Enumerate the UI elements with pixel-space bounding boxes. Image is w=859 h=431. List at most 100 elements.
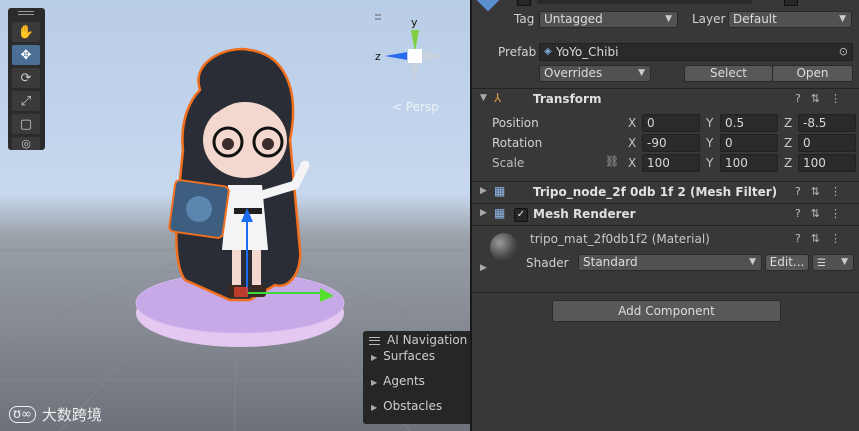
- perspective-label[interactable]: < Persp: [392, 100, 439, 114]
- material-section: ▶ tripo_mat_2f0db1f2 (Material) ?⇅⋮ Shad…: [472, 225, 859, 280]
- add-component-button[interactable]: Add Component: [552, 300, 781, 322]
- rotation-x-field[interactable]: -90: [642, 134, 700, 152]
- chevron-right-icon: ▶: [371, 403, 378, 412]
- nav-item-label: Obstacles: [383, 399, 443, 413]
- scale-z-field[interactable]: 100: [798, 154, 856, 172]
- scene-view[interactable]: ✋ ✥ ⟳ ⤢ ▢ ◎ y z < Persp AI Navigation ▶ S…: [0, 0, 470, 431]
- mesh-renderer-icon: ▦: [494, 206, 506, 220]
- overrides-dropdown[interactable]: Overrides ▼: [539, 65, 651, 82]
- scale-x-field[interactable]: 100: [642, 154, 700, 172]
- axis-y-label: Y: [706, 136, 714, 150]
- transform-title: Transform: [533, 92, 602, 106]
- nav-item-label: Agents: [383, 374, 425, 388]
- scale-tool-icon[interactable]: ⤢: [12, 91, 40, 111]
- object-picker-icon[interactable]: ⊙: [839, 45, 848, 58]
- rotation-z-field[interactable]: 0: [798, 134, 856, 152]
- transform-header[interactable]: ▼ ⅄ Transform ?⇅⋮: [472, 88, 859, 109]
- character-model: [168, 47, 310, 302]
- nav-item-label: Surfaces: [383, 349, 436, 363]
- foldout-right-icon[interactable]: ▶: [480, 263, 487, 273]
- mesh-filter-icon: ▦: [494, 184, 506, 198]
- hand-tool-icon[interactable]: ✋: [12, 22, 40, 42]
- mesh-renderer-title: Mesh Renderer: [533, 207, 636, 221]
- prefab-icon: ◈: [544, 46, 552, 57]
- dropdown-arrow-icon: ▼: [665, 14, 672, 24]
- position-x-field[interactable]: 0: [642, 114, 700, 132]
- transform-tool-icon[interactable]: ◎: [12, 137, 40, 150]
- menu-icon[interactable]: [369, 337, 380, 345]
- static-checkbox[interactable]: [784, 0, 798, 6]
- nav-item-surfaces[interactable]: ▶ Surfaces: [371, 349, 435, 363]
- inspector-panel: Tag Untagged ▼ Layer Default ▼ Prefab ◈ Yo…: [470, 0, 859, 431]
- material-preview-sphere: [490, 233, 518, 261]
- chevron-right-icon: ▶: [371, 353, 378, 362]
- active-checkbox[interactable]: [517, 0, 531, 6]
- watermark-logo-icon: ʊ∞: [9, 406, 36, 423]
- transform-icon: ⅄: [494, 91, 502, 105]
- nav-item-agents[interactable]: ▶ Agents: [371, 374, 425, 388]
- chevron-right-icon: ▶: [371, 378, 378, 387]
- axis-y-label: Y: [706, 116, 714, 130]
- ai-navigation-overlay: AI Navigation ▶ Surfaces ▶ Agents ▶ Obstacl…: [363, 331, 470, 424]
- name-field[interactable]: [537, 0, 752, 4]
- axis-x-label: X: [628, 156, 637, 170]
- tools-grip-icon[interactable]: [18, 11, 34, 15]
- ai-navigation-title: AI Navigation: [387, 333, 468, 347]
- foldout-right-icon: ▶: [480, 208, 487, 218]
- axis-z-label: Z: [784, 136, 793, 150]
- tag-label: Tag: [514, 12, 535, 26]
- position-z-field[interactable]: -8.5: [798, 114, 856, 132]
- shader-options-dropdown[interactable]: ☰ ▼: [812, 254, 854, 271]
- dropdown-arrow-icon: ▼: [839, 14, 846, 24]
- tag-value: Untagged: [544, 12, 603, 26]
- axis-x-label: X: [628, 136, 637, 150]
- component-actions[interactable]: ?⇅⋮: [795, 92, 851, 105]
- foldout-right-icon: ▶: [480, 186, 487, 196]
- dropdown-arrow-icon: ▼: [841, 257, 848, 267]
- prefab-label: Prefab: [498, 45, 537, 59]
- scale-y-field[interactable]: 100: [720, 154, 778, 172]
- overrides-label: Overrides: [544, 66, 603, 80]
- rotate-tool-icon[interactable]: ⟳: [12, 68, 40, 88]
- axis-y-label: Y: [706, 156, 714, 170]
- nav-item-obstacles[interactable]: ▶ Obstacles: [371, 399, 442, 413]
- component-actions[interactable]: ?⇅⋮: [795, 185, 851, 198]
- component-actions[interactable]: ?⇅⋮: [795, 207, 851, 220]
- watermark-text: 大数跨境: [41, 406, 102, 424]
- link-icon[interactable]: ⛓: [605, 155, 619, 168]
- layer-value: Default: [733, 12, 777, 26]
- position-label: Position: [492, 116, 539, 130]
- tools-overlay: ✋ ✥ ⟳ ⤢ ▢ ◎: [8, 8, 45, 150]
- gizmo-y-label: y: [411, 16, 418, 29]
- scale-label: Scale: [492, 156, 525, 170]
- mesh-filter-header[interactable]: ▶ ▦ Tripo_node_2f 0db 1f 2 (Mesh Filter)…: [472, 181, 859, 202]
- mesh-filter-title: Tripo_node_2f 0db 1f 2 (Mesh Filter): [533, 185, 778, 199]
- position-y-field[interactable]: 0.5: [720, 114, 778, 132]
- mesh-renderer-header[interactable]: ▶ ▦ ✓ Mesh Renderer ?⇅⋮: [472, 203, 859, 224]
- enabled-checkbox[interactable]: ✓: [514, 208, 528, 222]
- prefab-field[interactable]: ◈ YoYo_Chibi ⊙: [539, 43, 853, 61]
- dropdown-arrow-icon: ▼: [749, 257, 756, 267]
- gameobject-cube-icon: [476, 0, 500, 12]
- rotation-label: Rotation: [492, 136, 543, 150]
- move-tool-icon[interactable]: ✥: [12, 45, 40, 65]
- tag-dropdown[interactable]: Untagged ▼: [539, 11, 678, 28]
- shader-dropdown[interactable]: Standard ▼: [578, 254, 762, 271]
- watermark: ʊ∞ 大数跨境: [9, 404, 102, 425]
- shader-value: Standard: [583, 255, 638, 269]
- dropdown-arrow-icon: ▼: [638, 68, 645, 78]
- gizmo-z-label: z: [375, 50, 381, 63]
- shader-label: Shader: [526, 256, 569, 270]
- divider: [472, 292, 859, 293]
- component-actions[interactable]: ?⇅⋮: [795, 232, 851, 245]
- axis-x-label: X: [628, 116, 637, 130]
- layer-label: Layer: [692, 12, 726, 26]
- open-button[interactable]: Open: [772, 65, 853, 82]
- layer-dropdown[interactable]: Default ▼: [728, 11, 852, 28]
- foldout-down-icon: ▼: [480, 93, 487, 103]
- rotation-y-field[interactable]: 0: [720, 134, 778, 152]
- rect-tool-icon[interactable]: ▢: [12, 114, 40, 134]
- axis-z-label: Z: [784, 156, 793, 170]
- select-button[interactable]: Select: [684, 65, 773, 82]
- edit-shader-button[interactable]: Edit...: [765, 254, 809, 271]
